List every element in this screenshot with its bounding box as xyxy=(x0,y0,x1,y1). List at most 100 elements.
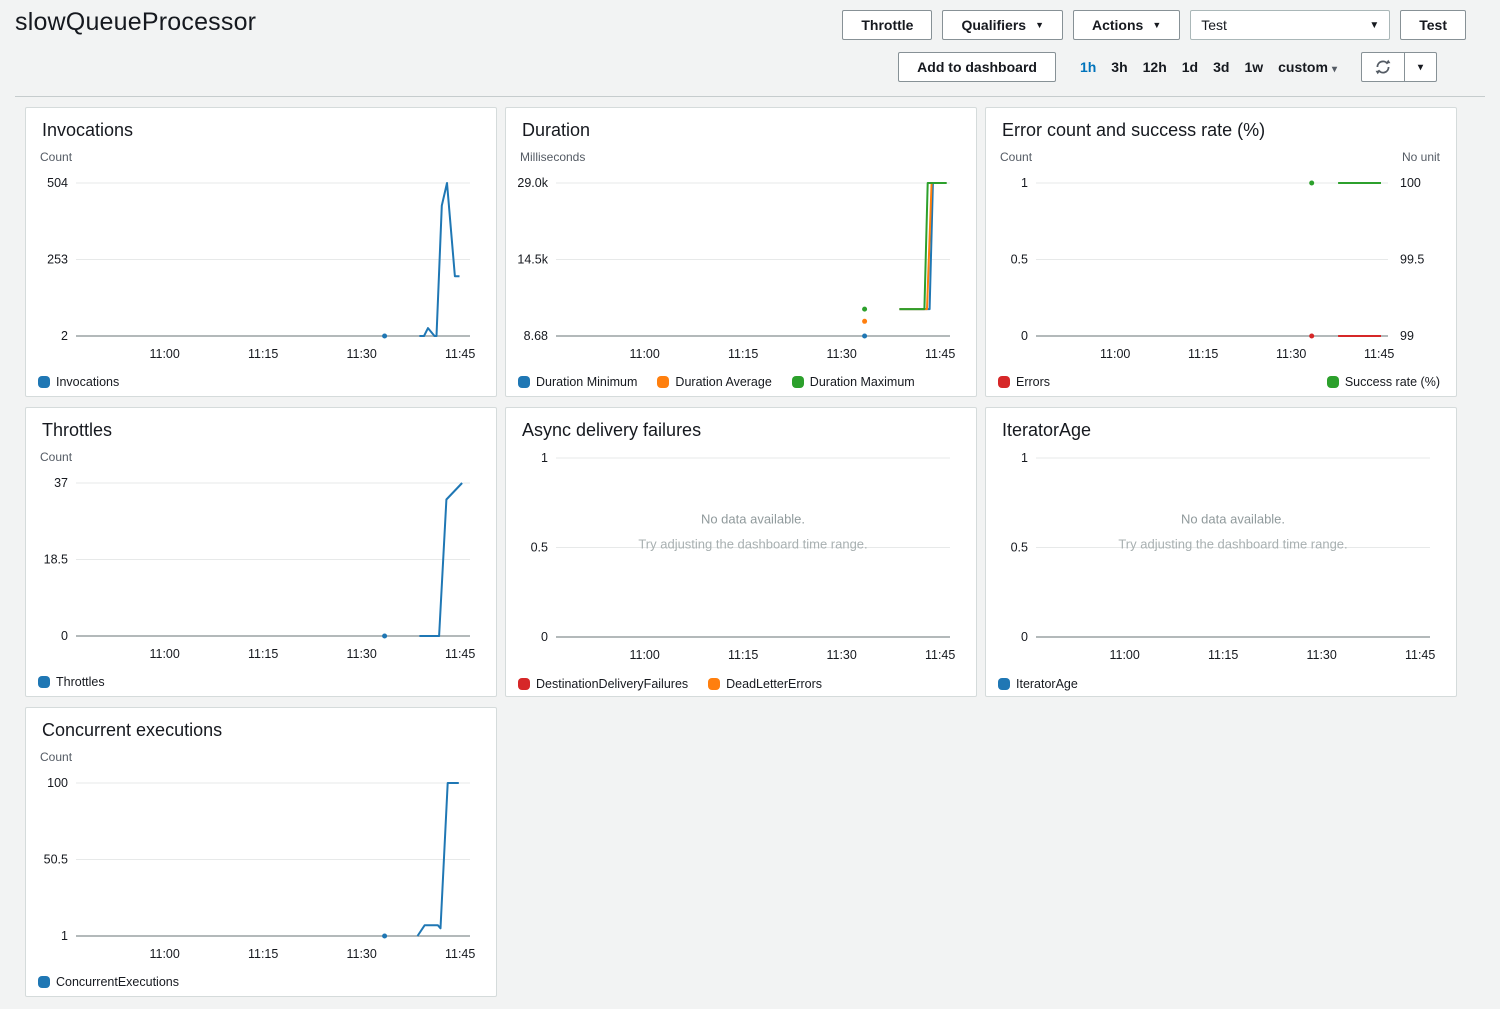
refresh-icon xyxy=(1375,59,1391,75)
svg-text:11:00: 11:00 xyxy=(149,347,179,361)
svg-text:504: 504 xyxy=(47,176,68,190)
svg-text:11:15: 11:15 xyxy=(248,647,278,661)
time-range-3h[interactable]: 3h xyxy=(1111,59,1127,75)
svg-text:0.5: 0.5 xyxy=(531,541,548,555)
svg-text:11:15: 11:15 xyxy=(1208,648,1238,662)
chevron-down-icon: ▾ xyxy=(1332,64,1337,75)
chevron-down-icon: ▼ xyxy=(1035,20,1044,30)
refresh-options-button[interactable]: ▾ xyxy=(1405,52,1437,82)
legend-label: Duration Average xyxy=(675,375,771,389)
legend-swatch xyxy=(998,678,1010,690)
svg-text:253: 253 xyxy=(47,253,68,267)
legend-label: Duration Minimum xyxy=(536,375,637,389)
svg-text:0.5: 0.5 xyxy=(1011,253,1028,267)
panel-title: Concurrent executions xyxy=(42,720,480,741)
legend-swatch xyxy=(1327,376,1339,388)
qualifiers-button[interactable]: Qualifiers ▼ xyxy=(942,10,1063,40)
legend-swatch xyxy=(708,678,720,690)
svg-text:No data available.: No data available. xyxy=(701,512,805,527)
svg-text:100: 100 xyxy=(1400,176,1421,190)
legend-swatch xyxy=(518,678,530,690)
throttle-button[interactable]: Throttle xyxy=(842,10,932,40)
panel-error-count-success-rate: Error count and success rate (%) Count N… xyxy=(985,107,1457,397)
svg-text:11:00: 11:00 xyxy=(1109,648,1139,662)
svg-text:1: 1 xyxy=(541,451,548,465)
svg-text:11:45: 11:45 xyxy=(1364,347,1394,361)
legend-swatch xyxy=(38,976,50,988)
y-axis-unit: Count xyxy=(40,450,72,465)
y-axis-unit: Count xyxy=(40,750,72,765)
legend-swatch xyxy=(657,376,669,388)
page-header: slowQueueProcessor Throttle Qualifiers ▼… xyxy=(0,0,1500,44)
chart-canvas[interactable]: 10050.5111:0011:1511:3011:45 xyxy=(34,768,488,973)
svg-text:11:00: 11:00 xyxy=(629,347,659,361)
svg-text:11:15: 11:15 xyxy=(728,347,758,361)
svg-text:11:30: 11:30 xyxy=(346,947,376,961)
time-range-1w[interactable]: 1w xyxy=(1244,59,1263,75)
legend-item: Errors xyxy=(998,375,1050,389)
legend-item: DeadLetterErrors xyxy=(708,677,822,691)
legend-swatch xyxy=(38,376,50,388)
chart-canvas[interactable]: 10.5011:0011:1511:3011:45No data availab… xyxy=(994,444,1448,675)
chart-canvas[interactable]: 504253211:0011:1511:3011:45 xyxy=(34,168,488,373)
svg-text:11:45: 11:45 xyxy=(1405,648,1435,662)
time-range-1d[interactable]: 1d xyxy=(1182,59,1198,75)
svg-text:11:00: 11:00 xyxy=(149,947,179,961)
y2-axis-unit: No unit xyxy=(1402,150,1440,165)
svg-text:11:45: 11:45 xyxy=(925,347,955,361)
svg-text:11:30: 11:30 xyxy=(346,647,376,661)
metrics-toolbar: Add to dashboard 1h 3h 12h 1d 3d 1w custom▾ ▾ xyxy=(15,44,1485,97)
chart-legend: Invocations xyxy=(38,375,480,389)
chart-canvas[interactable]: 10.5010099.59911:0011:1511:3011:45 xyxy=(994,168,1448,373)
panel-title: Async delivery failures xyxy=(522,420,960,441)
chart-legend: IteratorAge xyxy=(998,677,1440,691)
svg-text:11:15: 11:15 xyxy=(1188,347,1218,361)
chevron-down-icon: ▾ xyxy=(1418,62,1423,73)
time-range-1h[interactable]: 1h xyxy=(1080,59,1096,75)
chart-canvas[interactable]: 10.5011:0011:1511:3011:45No data availab… xyxy=(514,444,968,675)
svg-text:99.5: 99.5 xyxy=(1400,253,1424,267)
time-range-group: 1h 3h 12h 1d 3d 1w custom▾ xyxy=(1080,59,1337,75)
svg-text:11:15: 11:15 xyxy=(248,347,278,361)
legend-item: Invocations xyxy=(38,375,119,389)
add-to-dashboard-button[interactable]: Add to dashboard xyxy=(898,52,1056,82)
refresh-button[interactable] xyxy=(1361,52,1405,82)
svg-text:0: 0 xyxy=(541,630,548,644)
svg-text:0: 0 xyxy=(1021,630,1028,644)
chart-canvas[interactable]: 3718.5011:0011:1511:3011:45 xyxy=(34,468,488,673)
panel-title: Throttles xyxy=(42,420,480,441)
svg-text:No data available.: No data available. xyxy=(1181,512,1285,527)
svg-text:11:30: 11:30 xyxy=(346,347,376,361)
svg-text:14.5k: 14.5k xyxy=(517,253,548,267)
chart-legend: DestinationDeliveryFailures DeadLetterErr… xyxy=(518,677,960,691)
legend-swatch xyxy=(998,376,1010,388)
svg-text:1: 1 xyxy=(1021,176,1028,190)
legend-label: IteratorAge xyxy=(1016,677,1078,691)
chevron-down-icon: ▼ xyxy=(1369,20,1379,31)
panel-title: Error count and success rate (%) xyxy=(1002,120,1440,141)
svg-text:11:15: 11:15 xyxy=(728,648,758,662)
time-range-3d[interactable]: 3d xyxy=(1213,59,1229,75)
svg-text:0: 0 xyxy=(61,629,68,643)
svg-text:99: 99 xyxy=(1400,329,1414,343)
page-title: slowQueueProcessor xyxy=(15,8,256,37)
test-event-select[interactable]: Test ▼ xyxy=(1190,10,1390,40)
legend-label: Duration Maximum xyxy=(810,375,915,389)
test-button[interactable]: Test xyxy=(1400,10,1466,40)
panel-concurrent-executions: Concurrent executions Count 10050.5111:0… xyxy=(25,707,497,997)
time-range-12h[interactable]: 12h xyxy=(1143,59,1167,75)
chart-canvas[interactable]: 29.0k14.5k8.6811:0011:1511:3011:45 xyxy=(514,168,968,373)
panel-title: Invocations xyxy=(42,120,480,141)
legend-swatch xyxy=(518,376,530,388)
time-range-custom[interactable]: custom▾ xyxy=(1278,59,1337,75)
legend-item: Success rate (%) xyxy=(1327,375,1440,389)
panel-title: Duration xyxy=(522,120,960,141)
svg-text:11:30: 11:30 xyxy=(1276,347,1306,361)
panel-async-delivery-failures: Async delivery failures 10.5011:0011:151… xyxy=(505,407,977,697)
svg-text:8.68: 8.68 xyxy=(524,329,548,343)
svg-text:11:30: 11:30 xyxy=(826,347,856,361)
actions-button[interactable]: Actions ▼ xyxy=(1073,10,1180,40)
svg-text:18.5: 18.5 xyxy=(44,553,68,567)
legend-label: DestinationDeliveryFailures xyxy=(536,677,688,691)
metrics-grid: Invocations Count 504253211:0011:1511:30… xyxy=(25,107,1457,997)
